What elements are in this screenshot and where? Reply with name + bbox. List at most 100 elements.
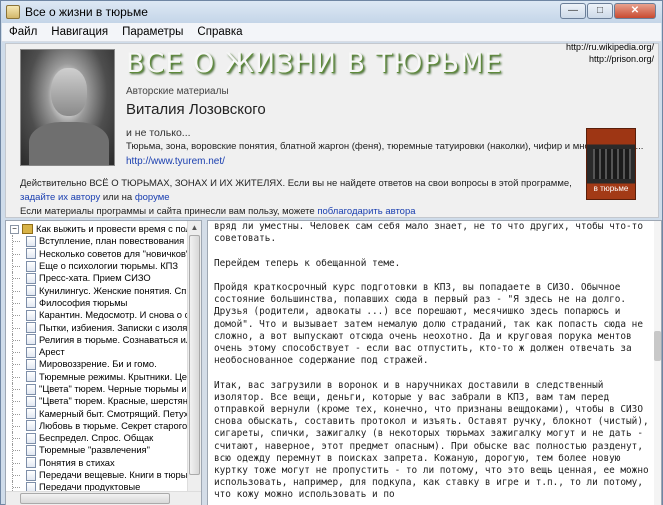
document-icon	[26, 420, 36, 432]
menu-file[interactable]: Файл	[2, 26, 44, 38]
collapse-icon[interactable]: −	[10, 224, 19, 234]
tree-guide	[12, 358, 26, 371]
info-line-2: задайте их автору или на форуме	[20, 191, 585, 205]
article-pane[interactable]: вряд ли уместны. Человек сам себя мало з…	[207, 220, 662, 505]
app-window: Все о жизни в тюрьме — □ ✕ Файл Навигаци…	[0, 0, 663, 505]
tree-item[interactable]: Пытки, избиения. Записки с изолятор	[6, 321, 201, 334]
document-icon	[26, 322, 36, 334]
tree-scroll-thumb[interactable]	[189, 235, 200, 475]
menu-navigation[interactable]: Навигация	[44, 26, 115, 38]
tree-item[interactable]: Камерный быт. Смотрящий. Петух.	[6, 407, 191, 420]
article-scrollbar[interactable]	[654, 221, 661, 505]
tree-guide	[12, 333, 26, 346]
document-icon	[26, 395, 36, 407]
article-paragraph: Пройдя краткосрочный курс подготовки в К…	[214, 281, 649, 367]
document-icon	[26, 358, 36, 370]
tree-item[interactable]: Тюремные режимы. Крытники. Центр	[6, 370, 201, 383]
info-line-3: Если материалы программы и сайта принесл…	[20, 205, 585, 219]
minimize-icon[interactable]: —	[560, 3, 586, 19]
tree-item-label: Камерный быт. Смотрящий. Петух.	[39, 407, 191, 419]
tree-item-label: Тюремные режимы. Крытники. Центр	[39, 370, 202, 382]
ask-author-link[interactable]: задайте их автору	[20, 192, 100, 203]
document-icon	[26, 457, 36, 469]
tree-hscroll-thumb[interactable]	[20, 493, 170, 504]
tree-item-label: Карантин. Медосмотр. И снова о сту	[39, 309, 199, 321]
book-cover[interactable]: в тюрьме	[586, 128, 636, 200]
document-icon	[26, 297, 36, 309]
tree-item[interactable]: Философия тюрьмы	[6, 296, 189, 309]
tree-item-label: Несколько советов для "новичков".	[39, 247, 192, 259]
tree-item-label: Беспредел. Спрос. Общак	[39, 432, 154, 444]
menu-help[interactable]: Справка	[190, 26, 249, 38]
tree-item[interactable]: "Цвета" тюрем. Черные тюрьмы и зо	[6, 383, 199, 395]
header-banner: ВСЕ О ЖИЗНИ В ТЮРЬМЕ Авторские материалы…	[5, 41, 659, 219]
tree-item-label: Понятия в стихах	[39, 456, 115, 468]
document-icon	[26, 309, 36, 321]
tree-guide	[12, 370, 26, 383]
info-or-text: или на	[100, 192, 135, 203]
document-icon	[26, 371, 36, 383]
author-photo	[20, 49, 115, 166]
tree-guide	[12, 432, 26, 445]
info-text: Действительно ВСЁ О ТЮРЬМАХ, ЗОНАХ И ИХ …	[20, 177, 585, 219]
tree-item[interactable]: Любовь в тюрьме. Секрет старого ка	[6, 419, 199, 432]
article-text: вряд ли уместны. Человек сам себя мало з…	[214, 221, 651, 505]
tree-root[interactable]: − Как выжить и провести время с пользой	[6, 223, 201, 235]
tree-item[interactable]: Религия в тюрьме. Сознаваться или	[6, 333, 197, 346]
tree-root-label: Как выжить и провести время с пользой	[36, 223, 202, 235]
tree-item[interactable]: "Цвета" тюрем. Красные, шерстяные	[6, 395, 200, 408]
article-scroll-thumb[interactable]	[654, 331, 661, 361]
document-icon	[26, 469, 36, 481]
title-bar[interactable]: Все о жизни в тюрьме — □ ✕	[1, 1, 662, 23]
tree-guide	[12, 284, 26, 297]
tree-item[interactable]: Карантин. Медосмотр. И снова о сту	[6, 309, 198, 322]
tree-item-label: Мировоззрение. Би и гомо.	[39, 358, 157, 370]
tree-guide	[12, 272, 26, 285]
navigation-tree[interactable]: − Как выжить и провести время с пользой …	[5, 220, 202, 505]
tree-item[interactable]: Еще о психологии тюрьмы. КПЗ	[6, 260, 189, 273]
tree-item[interactable]: Беспредел. Спрос. Общак	[6, 432, 189, 445]
scroll-up-icon[interactable]: ▲	[188, 221, 201, 235]
tree-item[interactable]: Мировоззрение. Би и гомо.	[6, 358, 189, 371]
maximize-icon[interactable]: □	[587, 3, 613, 19]
tree-item-label: Религия в тюрьме. Сознаваться или	[39, 333, 197, 345]
tree-guide	[12, 407, 26, 420]
tree-item-label: Любовь в тюрьме. Секрет старого ка	[39, 419, 200, 431]
document-icon	[26, 334, 36, 346]
tree-item[interactable]: Тюремные "развлечения"	[6, 444, 189, 457]
tree-guide	[12, 383, 26, 395]
tree-guide	[12, 309, 26, 322]
tree-list: − Как выжить и провести время с пользой …	[6, 223, 201, 505]
author-name: Виталия Лозовского	[126, 101, 266, 118]
site-link[interactable]: http://www.tyurem.net/	[126, 156, 225, 167]
document-icon	[26, 260, 36, 272]
tree-vertical-scrollbar[interactable]: ▲	[187, 221, 201, 491]
tree-guide	[12, 419, 26, 432]
tree-guide	[12, 456, 26, 469]
tree-item[interactable]: Несколько советов для "новичков".	[6, 247, 192, 260]
tree-guide	[12, 296, 26, 309]
forum-link[interactable]: форуме	[135, 192, 170, 203]
tree-item[interactable]: Передачи вещевые. Книги в тюрьме	[6, 469, 197, 482]
tree-item[interactable]: Пресс-хата. Прием СИЗО	[6, 272, 189, 285]
tree-horizontal-scrollbar[interactable]	[6, 491, 201, 505]
app-icon	[6, 5, 20, 19]
document-icon	[26, 383, 36, 395]
close-icon[interactable]: ✕	[614, 3, 656, 19]
article-paragraph: Перейдем теперь к обещанной теме.	[214, 257, 401, 269]
tree-item[interactable]: Кунилингус. Женские понятия. Спра	[6, 284, 197, 297]
document-icon	[26, 235, 36, 247]
wikipedia-link[interactable]: http://ru.wikipedia.org/	[566, 41, 654, 53]
book-icon	[22, 224, 33, 235]
book-cover-title: в тюрьме	[593, 184, 629, 193]
tree-item[interactable]: Арест	[6, 346, 189, 359]
thank-author-link[interactable]: поблагодарить автора	[317, 206, 415, 217]
tree-item[interactable]: Понятия в стихах	[6, 456, 189, 469]
tree-guide	[12, 346, 26, 359]
tree-item-label: Арест	[39, 346, 65, 358]
tree-item-label: "Цвета" тюрем. Черные тюрьмы и зо	[39, 383, 199, 394]
prison-link[interactable]: http://prison.org/	[566, 53, 654, 65]
tree-item[interactable]: Вступление, план повествования	[6, 235, 189, 248]
menu-parameters[interactable]: Параметры	[115, 26, 190, 38]
document-icon	[26, 285, 36, 297]
